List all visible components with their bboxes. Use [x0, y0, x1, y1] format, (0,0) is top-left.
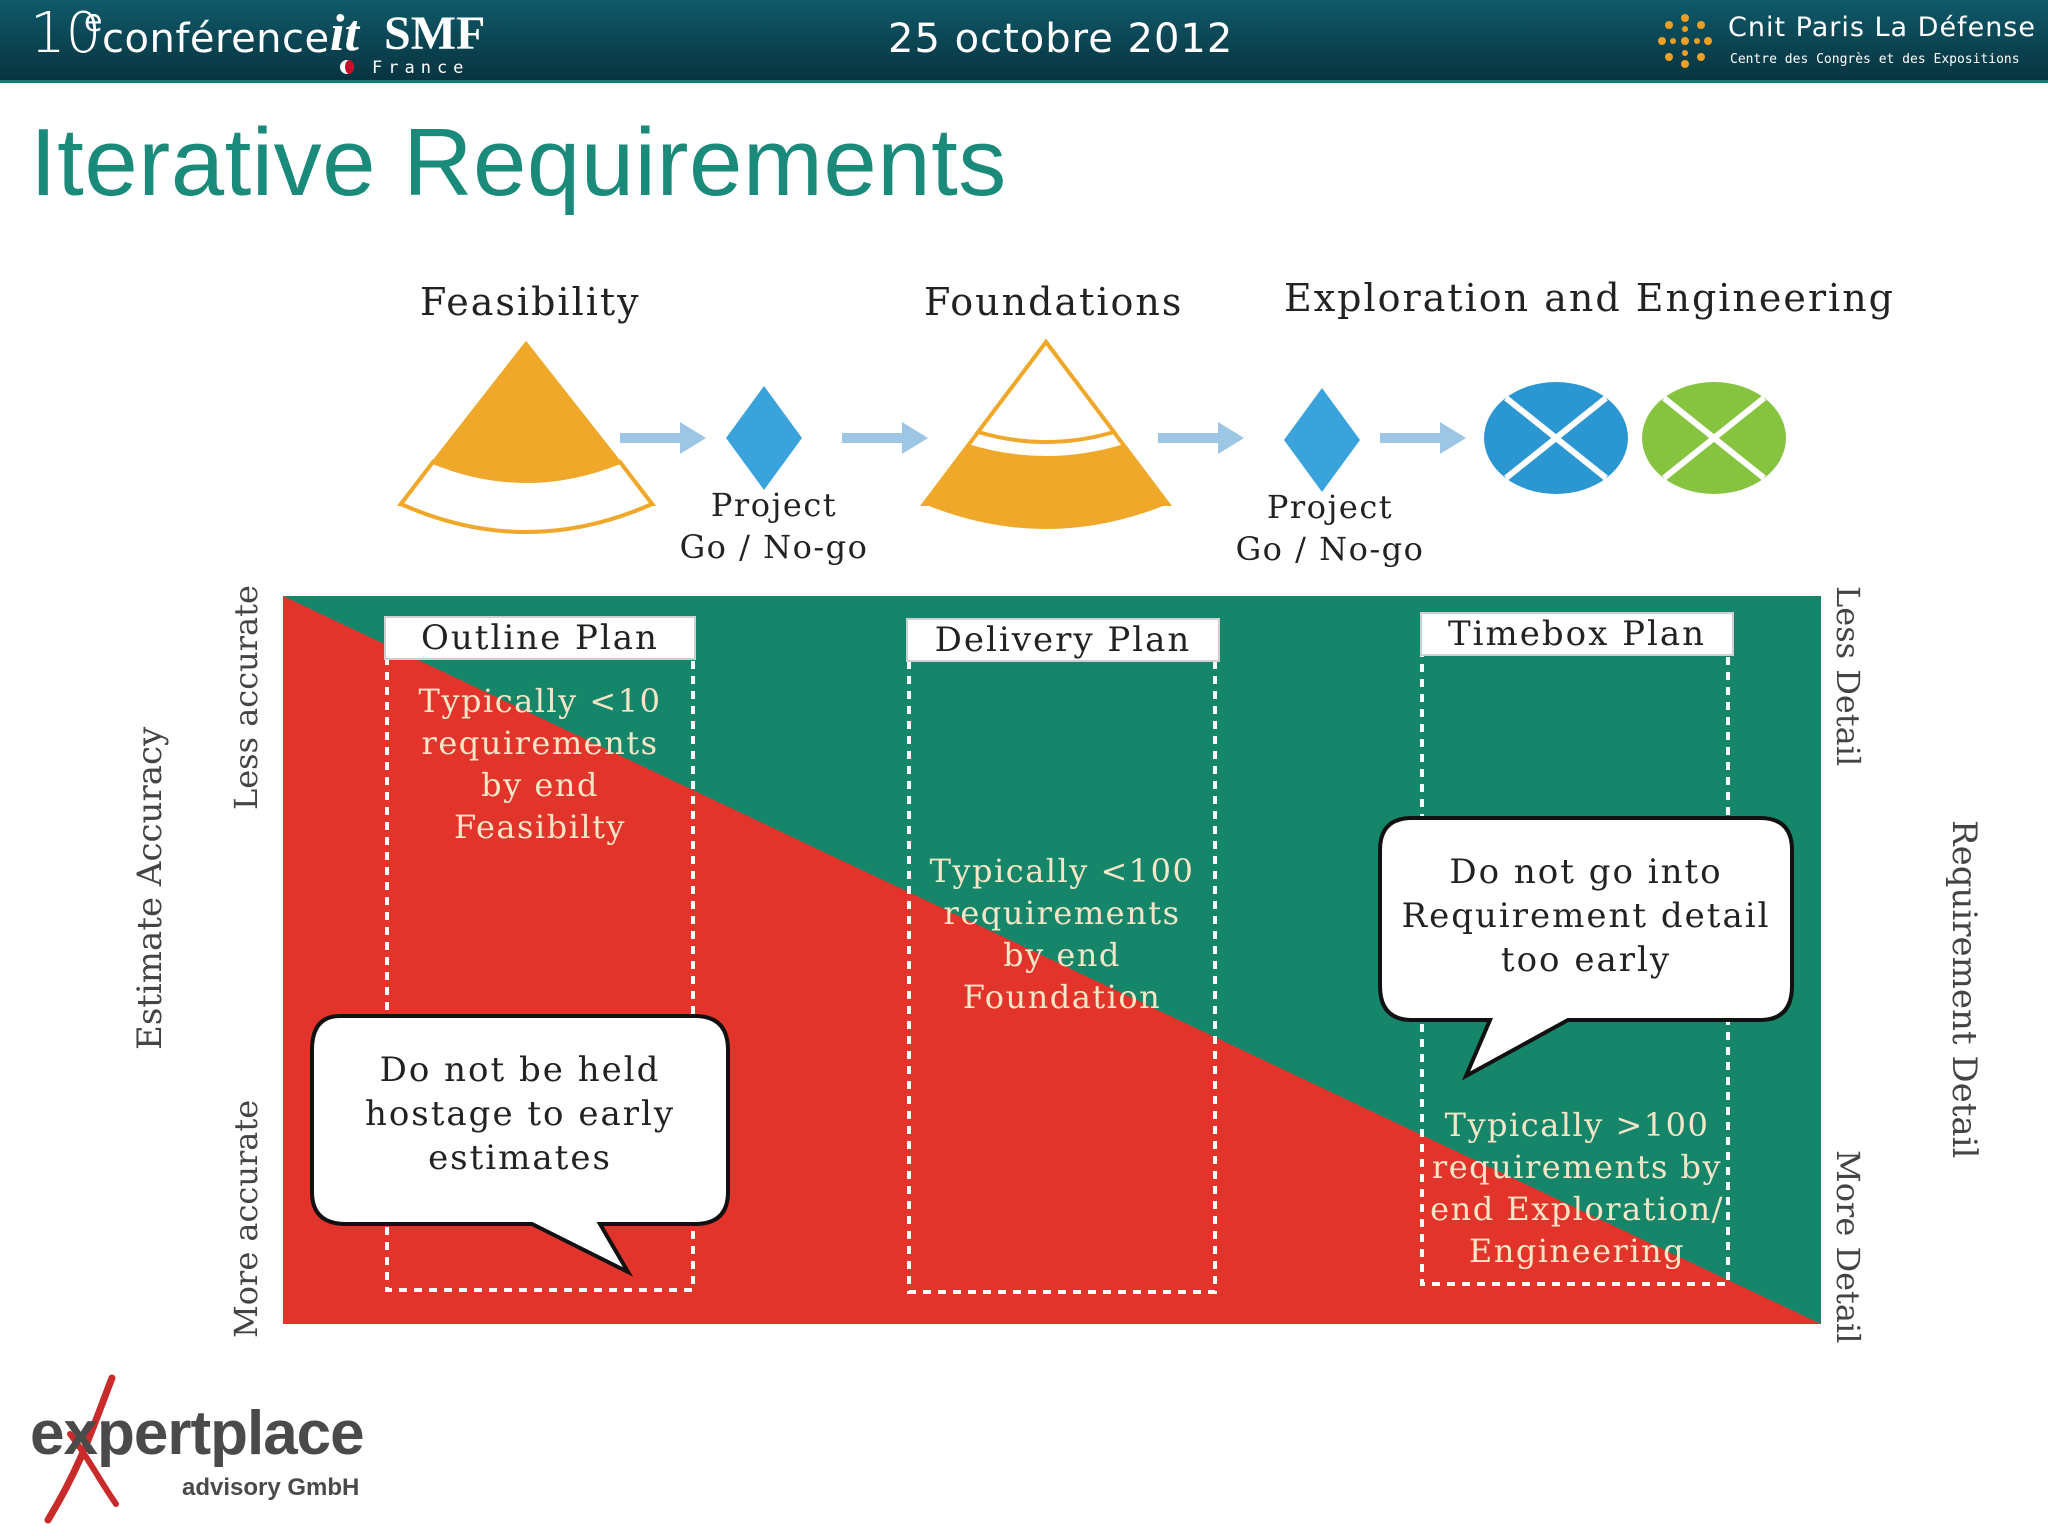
go-nogo-diamond-icon — [1284, 388, 1360, 492]
phase-label-exploration: Exploration and Engineering — [1284, 276, 1895, 320]
timebox-plan-title: Timebox Plan — [1420, 612, 1734, 656]
go-nogo-diamond-icon — [726, 386, 802, 490]
bubble-line: Requirement detail — [1401, 896, 1771, 936]
bubble-line: estimates — [428, 1138, 612, 1178]
bubble-text-estimates: Do not be held hostage to early estimate… — [318, 1048, 722, 1180]
gate-label-line1: Project — [1266, 488, 1394, 526]
note-line: requirements — [943, 894, 1181, 932]
note-line: Typically >100 — [1444, 1106, 1710, 1144]
bubble-text-detail: Do not go into Requirement detail too ea… — [1384, 850, 1788, 982]
gate-label-line1: Project — [710, 486, 838, 524]
iteration-circle-green-icon — [1642, 382, 1786, 494]
gate-label-line2: Go / No-go — [1235, 530, 1425, 568]
outline-plan-title: Outline Plan — [384, 616, 696, 660]
note-line: Engineering — [1468, 1232, 1686, 1270]
note-line: Typically <10 — [418, 682, 662, 720]
foundations-cone-icon — [919, 338, 1173, 529]
timebox-plan-note: Typically >100 requirements by end Explo… — [1412, 1104, 1742, 1272]
axis-label-estimate-accuracy: Estimate Accuracy — [130, 726, 170, 1050]
bubble-line: too early — [1500, 940, 1672, 980]
iterative-requirements-diagram — [283, 338, 1821, 1324]
note-line: by end — [481, 766, 599, 804]
gate-label-line2: Go / No-go — [679, 528, 869, 566]
outline-plan-note: Typically <10 requirements by end Feasib… — [380, 680, 700, 848]
note-line: by end — [1003, 936, 1121, 974]
feasibility-cone-icon — [396, 340, 657, 534]
company-logo-subtitle: advisory GmbH — [182, 1474, 360, 1501]
company-logo-text: expertplace — [30, 1399, 365, 1468]
bubble-line: Do not go into — [1449, 852, 1723, 892]
axis-label-more-detail: More Detail — [1829, 1150, 1867, 1344]
gate-label-2: Project Go / No-go — [1210, 486, 1450, 570]
iteration-circle-blue-icon — [1484, 382, 1628, 494]
note-line: end Exploration/ — [1430, 1190, 1724, 1228]
phase-label-feasibility: Feasibility — [420, 280, 641, 324]
axis-label-less-detail: Less Detail — [1829, 586, 1867, 767]
phase-label-foundations: Foundations — [924, 280, 1184, 324]
axis-label-less-accurate: Less accurate — [227, 585, 265, 810]
note-line: Feasibilty — [453, 808, 626, 846]
axis-label-more-accurate: More accurate — [227, 1099, 265, 1338]
delivery-plan-title: Delivery Plan — [906, 618, 1220, 662]
bubble-line: Do not be held — [379, 1050, 661, 1090]
gate-label-1: Project Go / No-go — [654, 484, 894, 568]
note-line: requirements by — [1431, 1148, 1723, 1186]
bubble-line: hostage to early — [364, 1094, 676, 1134]
note-line: requirements — [421, 724, 659, 762]
note-line: Typically <100 — [929, 852, 1195, 890]
delivery-plan-note: Typically <100 requirements by end Found… — [902, 850, 1222, 1018]
axis-label-requirement-detail: Requirement Detail — [1944, 820, 1984, 1159]
note-line: Foundation — [962, 978, 1162, 1016]
